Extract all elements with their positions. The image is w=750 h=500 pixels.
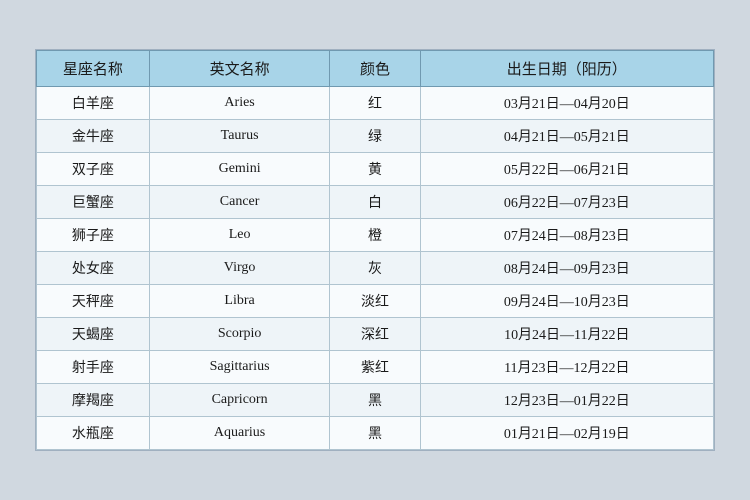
cell-english: Scorpio — [149, 318, 330, 351]
header-chinese: 星座名称 — [37, 51, 150, 87]
cell-chinese: 巨蟹座 — [37, 186, 150, 219]
cell-english: Capricorn — [149, 384, 330, 417]
header-color: 颜色 — [330, 51, 420, 87]
cell-chinese: 水瓶座 — [37, 417, 150, 450]
table-row: 双子座Gemini黄05月22日—06月21日 — [37, 153, 714, 186]
cell-date: 04月21日—05月21日 — [420, 120, 713, 153]
zodiac-table-container: 星座名称 英文名称 颜色 出生日期（阳历） 白羊座Aries红03月21日—04… — [35, 49, 715, 451]
cell-chinese: 处女座 — [37, 252, 150, 285]
cell-english: Taurus — [149, 120, 330, 153]
cell-english: Leo — [149, 219, 330, 252]
table-row: 金牛座Taurus绿04月21日—05月21日 — [37, 120, 714, 153]
table-row: 巨蟹座Cancer白06月22日—07月23日 — [37, 186, 714, 219]
cell-date: 11月23日—12月22日 — [420, 351, 713, 384]
cell-date: 03月21日—04月20日 — [420, 87, 713, 120]
table-row: 天秤座Libra淡红09月24日—10月23日 — [37, 285, 714, 318]
cell-english: Aries — [149, 87, 330, 120]
cell-english: Sagittarius — [149, 351, 330, 384]
cell-color: 淡红 — [330, 285, 420, 318]
cell-color: 紫红 — [330, 351, 420, 384]
zodiac-table: 星座名称 英文名称 颜色 出生日期（阳历） 白羊座Aries红03月21日—04… — [36, 50, 714, 450]
table-row: 处女座Virgo灰08月24日—09月23日 — [37, 252, 714, 285]
cell-english: Gemini — [149, 153, 330, 186]
cell-chinese: 白羊座 — [37, 87, 150, 120]
cell-date: 01月21日—02月19日 — [420, 417, 713, 450]
cell-date: 12月23日—01月22日 — [420, 384, 713, 417]
header-english: 英文名称 — [149, 51, 330, 87]
cell-english: Virgo — [149, 252, 330, 285]
table-header-row: 星座名称 英文名称 颜色 出生日期（阳历） — [37, 51, 714, 87]
cell-chinese: 金牛座 — [37, 120, 150, 153]
cell-chinese: 天秤座 — [37, 285, 150, 318]
table-row: 白羊座Aries红03月21日—04月20日 — [37, 87, 714, 120]
header-date: 出生日期（阳历） — [420, 51, 713, 87]
table-row: 摩羯座Capricorn黑12月23日—01月22日 — [37, 384, 714, 417]
cell-english: Aquarius — [149, 417, 330, 450]
cell-color: 橙 — [330, 219, 420, 252]
cell-english: Libra — [149, 285, 330, 318]
table-row: 射手座Sagittarius紫红11月23日—12月22日 — [37, 351, 714, 384]
table-row: 天蝎座Scorpio深红10月24日—11月22日 — [37, 318, 714, 351]
cell-chinese: 摩羯座 — [37, 384, 150, 417]
cell-color: 黑 — [330, 384, 420, 417]
cell-color: 深红 — [330, 318, 420, 351]
cell-color: 白 — [330, 186, 420, 219]
cell-chinese: 天蝎座 — [37, 318, 150, 351]
cell-color: 黄 — [330, 153, 420, 186]
cell-date: 09月24日—10月23日 — [420, 285, 713, 318]
cell-chinese: 射手座 — [37, 351, 150, 384]
cell-date: 08月24日—09月23日 — [420, 252, 713, 285]
table-row: 狮子座Leo橙07月24日—08月23日 — [37, 219, 714, 252]
cell-english: Cancer — [149, 186, 330, 219]
cell-color: 黑 — [330, 417, 420, 450]
cell-color: 灰 — [330, 252, 420, 285]
cell-date: 07月24日—08月23日 — [420, 219, 713, 252]
cell-chinese: 双子座 — [37, 153, 150, 186]
cell-color: 绿 — [330, 120, 420, 153]
cell-date: 10月24日—11月22日 — [420, 318, 713, 351]
table-row: 水瓶座Aquarius黑01月21日—02月19日 — [37, 417, 714, 450]
cell-chinese: 狮子座 — [37, 219, 150, 252]
cell-color: 红 — [330, 87, 420, 120]
cell-date: 06月22日—07月23日 — [420, 186, 713, 219]
cell-date: 05月22日—06月21日 — [420, 153, 713, 186]
